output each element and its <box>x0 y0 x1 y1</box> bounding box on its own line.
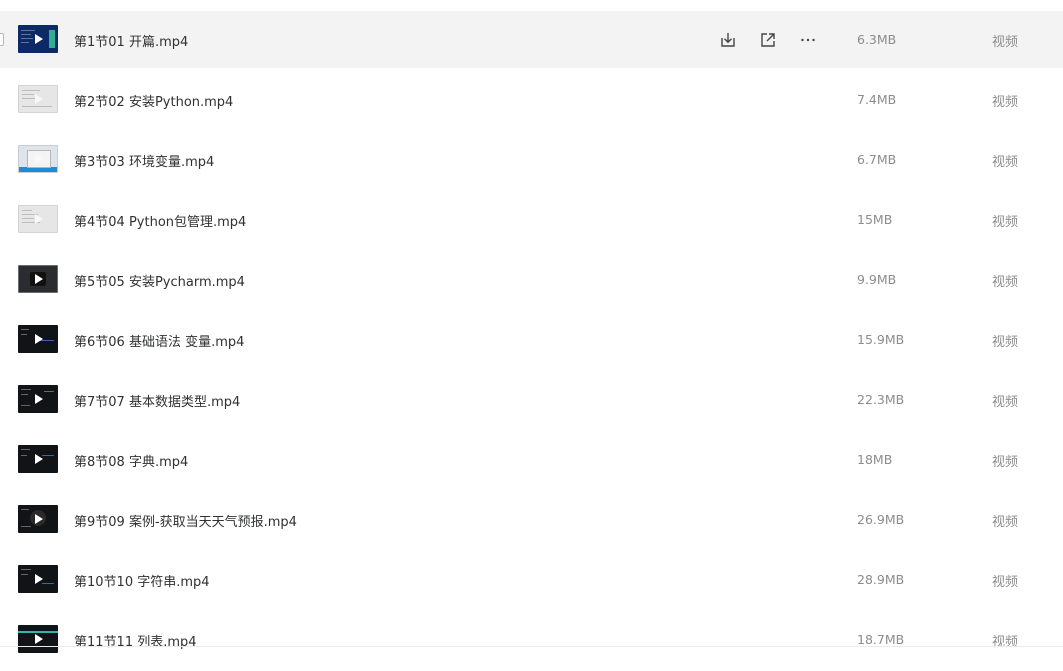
file-size: 15MB <box>857 212 893 227</box>
file-row[interactable]: 第2节02 安装Python.mp4 7.4MB 视频 <box>0 71 1063 131</box>
file-size: 18.7MB <box>857 632 905 647</box>
play-icon <box>35 514 43 524</box>
file-row[interactable]: 第1节01 开篇.mp4 6.3MB 视频 <box>0 11 1063 68</box>
play-icon <box>35 154 43 164</box>
file-type: 视频 <box>992 155 1019 170</box>
file-row[interactable]: 第3节03 环境变量.mp4 6.7MB 视频 <box>0 131 1063 191</box>
file-row[interactable]: 第4节04 Python包管理.mp4 15MB 视频 <box>0 191 1063 251</box>
file-type: 视频 <box>992 515 1019 530</box>
file-name[interactable]: 第5节05 安装Pycharm.mp4 <box>74 271 245 290</box>
more-icon[interactable] <box>798 30 818 50</box>
video-thumbnail[interactable] <box>18 385 58 413</box>
play-icon <box>35 214 43 224</box>
file-row[interactable]: 第6节06 基础语法 变量.mp4 15.9MB 视频 <box>0 311 1063 371</box>
play-icon <box>35 94 43 104</box>
file-size: 6.3MB <box>857 32 897 47</box>
file-name[interactable]: 第4节04 Python包管理.mp4 <box>74 211 246 230</box>
play-icon <box>35 634 43 644</box>
video-thumbnail[interactable] <box>18 265 58 293</box>
list-bottom-divider <box>0 646 1063 647</box>
video-thumbnail[interactable] <box>18 325 58 353</box>
video-thumbnail[interactable] <box>18 505 58 533</box>
video-thumbnail[interactable] <box>18 145 58 173</box>
download-icon[interactable] <box>718 30 738 50</box>
file-size: 22.3MB <box>857 392 905 407</box>
file-name[interactable]: 第10节10 字符串.mp4 <box>74 571 210 590</box>
file-size: 6.7MB <box>857 152 897 167</box>
file-type: 视频 <box>992 575 1019 590</box>
video-thumbnail[interactable] <box>18 565 58 593</box>
file-type: 视频 <box>992 455 1019 470</box>
file-row[interactable]: 第7节07 基本数据类型.mp4 22.3MB 视频 <box>0 371 1063 431</box>
file-row[interactable]: 第5节05 安装Pycharm.mp4 9.9MB 视频 <box>0 251 1063 311</box>
file-type: 视频 <box>992 215 1019 230</box>
video-thumbnail[interactable] <box>18 85 58 113</box>
file-type: 视频 <box>992 395 1019 410</box>
file-type: 视频 <box>992 335 1019 350</box>
file-size: 28.9MB <box>857 572 905 587</box>
file-row[interactable]: 第9节09 案例-获取当天天气预报.mp4 26.9MB 视频 <box>0 491 1063 551</box>
play-icon <box>35 34 43 44</box>
file-name[interactable]: 第1节01 开篇.mp4 <box>74 31 188 50</box>
file-name[interactable]: 第7节07 基本数据类型.mp4 <box>74 391 240 410</box>
play-icon <box>35 334 43 344</box>
file-type: 视频 <box>992 95 1019 110</box>
file-row[interactable]: 第8节08 字典.mp4 18MB 视频 <box>0 431 1063 491</box>
file-type: 视频 <box>992 635 1019 650</box>
file-name[interactable]: 第8节08 字典.mp4 <box>74 451 188 470</box>
share-icon[interactable] <box>758 30 778 50</box>
video-thumbnail[interactable] <box>18 25 58 53</box>
file-row[interactable]: 第11节11 列表.mp4 18.7MB 视频 <box>0 611 1063 671</box>
file-name[interactable]: 第3节03 环境变量.mp4 <box>74 151 214 170</box>
video-thumbnail[interactable] <box>18 445 58 473</box>
file-list: 第1节01 开篇.mp4 6.3MB 视频 第2节02 安装Python.mp4… <box>0 11 1063 671</box>
play-icon <box>35 274 43 284</box>
file-name[interactable]: 第6节06 基础语法 变量.mp4 <box>74 331 244 350</box>
file-type: 视频 <box>992 35 1019 50</box>
play-icon <box>35 394 43 404</box>
file-name[interactable]: 第9节09 案例-获取当天天气预报.mp4 <box>74 511 297 530</box>
video-thumbnail[interactable] <box>18 625 58 653</box>
file-size: 26.9MB <box>857 512 905 527</box>
file-size: 15.9MB <box>857 332 905 347</box>
video-thumbnail[interactable] <box>18 205 58 233</box>
file-size: 18MB <box>857 452 893 467</box>
play-icon <box>35 454 43 464</box>
play-icon <box>35 574 43 584</box>
file-name[interactable]: 第11节11 列表.mp4 <box>74 631 197 650</box>
file-size: 9.9MB <box>857 272 897 287</box>
file-name[interactable]: 第2节02 安装Python.mp4 <box>74 91 233 110</box>
row-checkbox[interactable] <box>0 33 4 46</box>
file-type: 视频 <box>992 275 1019 290</box>
file-size: 7.4MB <box>857 92 897 107</box>
file-row[interactable]: 第10节10 字符串.mp4 28.9MB 视频 <box>0 551 1063 611</box>
